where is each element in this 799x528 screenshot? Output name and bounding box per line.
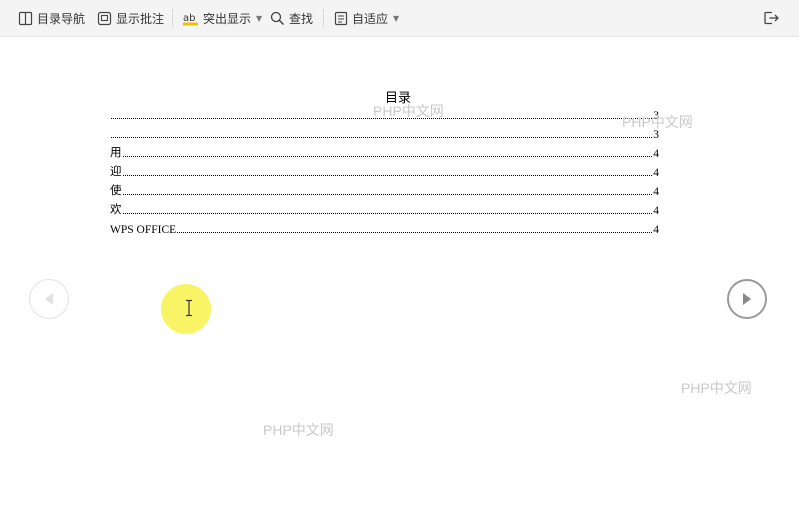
exit-button[interactable] (763, 7, 780, 29)
toc-entry-text: WPS OFFICE (110, 224, 177, 236)
toc-entry-text: 欢 (110, 204, 122, 216)
toc-leader-dots (177, 231, 653, 233)
toolbar-divider (172, 9, 173, 27)
toc-leader-dots (122, 193, 653, 195)
toc-entry[interactable]: 欢 4 (110, 201, 659, 217)
find-button[interactable]: 查找 (270, 7, 313, 29)
watermark-text: PHP中文网 (681, 380, 752, 396)
toc-leader-dots (122, 174, 653, 176)
toc-entry[interactable]: 使 4 (110, 182, 659, 198)
toc-entry-page: 4 (653, 205, 659, 217)
toc-navigation-button[interactable]: 目录导航 (18, 7, 85, 29)
search-icon (270, 11, 285, 25)
toc-entry-text: 迎 (110, 166, 122, 178)
toc-entry-page: 4 (653, 224, 659, 236)
toolbar-divider (323, 9, 324, 27)
watermark-text: PHP中文网 (373, 103, 444, 119)
book-icon (18, 11, 33, 25)
highlight-label: 突出显示 (203, 11, 252, 26)
find-label: 查找 (289, 11, 314, 26)
toc-entry[interactable]: 3 (110, 125, 659, 141)
fit-label: 自适应 (352, 11, 389, 26)
toc-entry[interactable]: 用 4 (110, 144, 659, 160)
previous-page-button[interactable] (29, 279, 69, 319)
watermark-text: PHP中文网 (622, 114, 693, 130)
document-icon (334, 11, 348, 25)
exit-icon (764, 11, 779, 25)
comment-icon (97, 11, 112, 25)
reader-toolbar: 目录导航 显示批注 ab 突出显示 ▼ 查找 自适应 ▼ (0, 0, 799, 37)
watermark-text: PHP中文网 (263, 422, 334, 438)
toc-leader-dots (122, 212, 653, 214)
toc-leader-dots (111, 136, 653, 138)
show-comments-button[interactable]: 显示批注 (97, 7, 164, 29)
svg-text:ab: ab (183, 13, 195, 24)
chevron-down-icon: ▼ (256, 13, 263, 23)
toc-entry[interactable]: WPS OFFICE 4 (110, 220, 659, 236)
toc-entry-text: 使 (110, 185, 122, 197)
fit-dropdown[interactable]: 自适应 ▼ (334, 7, 399, 29)
chevron-down-icon: ▼ (393, 13, 400, 23)
toc-leader-dots (122, 155, 653, 157)
toc-entry-page: 4 (653, 148, 659, 160)
toc-entry[interactable]: 迎 4 (110, 163, 659, 179)
next-page-button[interactable] (727, 279, 767, 319)
text-cursor-icon (186, 299, 192, 317)
highlight-dropdown[interactable]: ab 突出显示 ▼ (183, 7, 262, 29)
triangle-left-icon (45, 293, 53, 305)
toc-entry-page: 4 (653, 167, 659, 179)
highlight-ab-icon: ab (183, 13, 198, 25)
toc-entry-text: 用 (110, 147, 122, 159)
triangle-right-icon (743, 293, 751, 305)
show-comments-label: 显示批注 (116, 11, 165, 26)
toc-navigation-label: 目录导航 (37, 11, 86, 26)
toc-entry-page: 4 (653, 186, 659, 198)
